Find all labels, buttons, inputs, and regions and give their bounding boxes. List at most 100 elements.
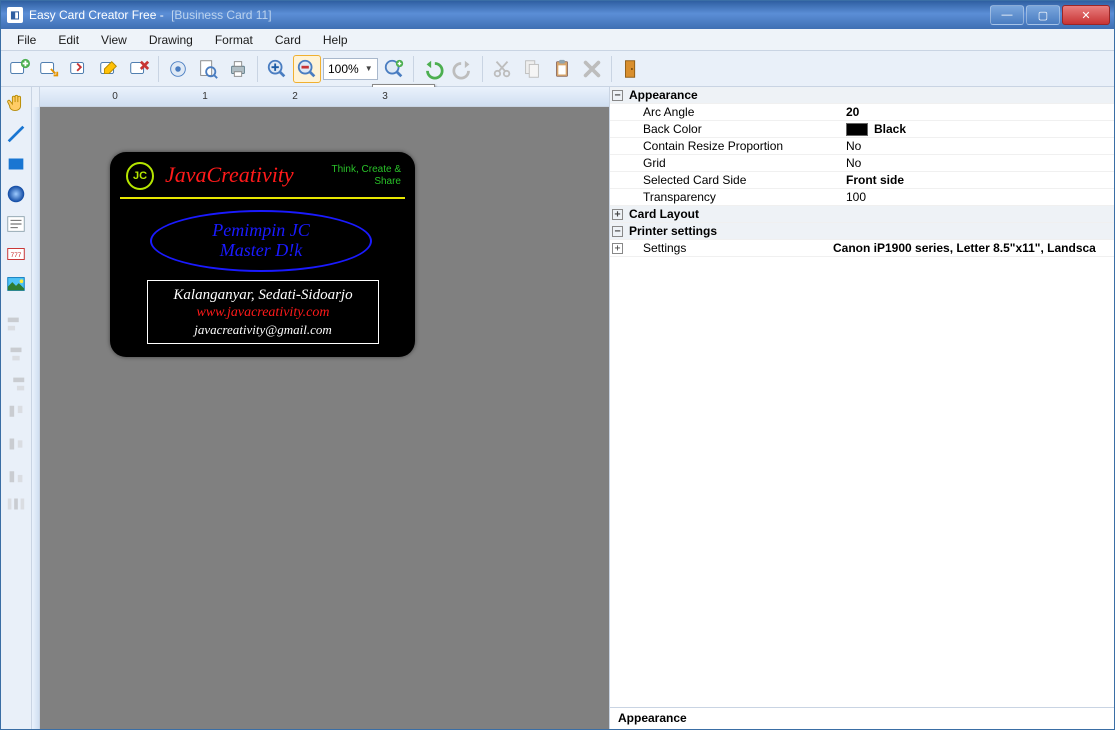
property-rows[interactable]: − Appearance Arc Angle 20 Back Color Bla… bbox=[610, 87, 1114, 707]
card-ellipse: Pemimpin JC Master D!k bbox=[150, 210, 372, 272]
property-panel: − Appearance Arc Angle 20 Back Color Bla… bbox=[609, 87, 1114, 729]
new-card-button[interactable] bbox=[5, 55, 33, 83]
line-tool[interactable] bbox=[1, 121, 31, 147]
workspace: 777 0 1 2 3 bbox=[1, 87, 1114, 729]
new-card-icon bbox=[8, 58, 30, 80]
canvas-wrap: 0 1 2 3 JC JavaCreativity Think, Create … bbox=[32, 87, 609, 729]
collapse-icon[interactable]: − bbox=[612, 226, 623, 237]
cut-button[interactable] bbox=[488, 55, 516, 83]
ellipse-tool[interactable] bbox=[1, 181, 31, 207]
align-left-tool bbox=[1, 311, 31, 337]
redo-icon bbox=[452, 58, 474, 80]
canvas-viewport[interactable]: JC JavaCreativity Think, Create & Share … bbox=[40, 107, 609, 729]
card-line1: Pemimpin JC bbox=[212, 221, 309, 241]
menu-drawing[interactable]: Drawing bbox=[139, 30, 203, 50]
menu-file[interactable]: File bbox=[7, 30, 46, 50]
menu-view[interactable]: View bbox=[91, 30, 137, 50]
card-logo: JC bbox=[126, 162, 154, 190]
prop-back-color[interactable]: Back Color Black bbox=[610, 121, 1114, 138]
menu-help[interactable]: Help bbox=[313, 30, 358, 50]
card-divider bbox=[120, 197, 405, 199]
document-name: [Business Card 11] bbox=[171, 8, 272, 22]
align-left-icon bbox=[5, 313, 27, 335]
zoom-fit-icon bbox=[383, 58, 405, 80]
svg-text:777: 777 bbox=[11, 252, 22, 259]
titlebar[interactable]: ◧ Easy Card Creator Free - [Business Car… bbox=[1, 1, 1114, 29]
prop-arc-angle[interactable]: Arc Angle 20 bbox=[610, 104, 1114, 121]
collapse-icon[interactable]: − bbox=[612, 90, 623, 101]
card-url: www.javacreativity.com bbox=[197, 305, 330, 321]
paste-button[interactable] bbox=[548, 55, 576, 83]
card-brand: JavaCreativity bbox=[165, 162, 335, 188]
zoom-out-icon bbox=[296, 58, 318, 80]
delete-card-button[interactable] bbox=[125, 55, 153, 83]
circle-icon bbox=[5, 183, 27, 205]
align-center-tool bbox=[1, 341, 31, 367]
align-bottom-tool bbox=[1, 461, 31, 487]
remove-button[interactable] bbox=[578, 55, 606, 83]
save-card-button[interactable] bbox=[65, 55, 93, 83]
prop-contain-resize[interactable]: Contain Resize Proportion No bbox=[610, 138, 1114, 155]
image-icon bbox=[5, 273, 27, 295]
card-contact-box: Kalanganyar, Sedati-Sidoarjo www.javacre… bbox=[147, 280, 379, 344]
menu-edit[interactable]: Edit bbox=[48, 30, 89, 50]
barcode-tool[interactable]: 777 bbox=[1, 241, 31, 267]
align-right-tool bbox=[1, 371, 31, 397]
zoom-out-button[interactable] bbox=[293, 55, 321, 83]
prop-settings[interactable]: + Settings Canon iP1900 series, Letter 8… bbox=[610, 240, 1114, 257]
expand-icon[interactable]: + bbox=[612, 209, 623, 220]
ruler-vertical[interactable] bbox=[32, 107, 40, 729]
edit-card-button[interactable] bbox=[95, 55, 123, 83]
maximize-button[interactable]: ▢ bbox=[1026, 5, 1060, 25]
open-card-button[interactable] bbox=[35, 55, 63, 83]
line-icon bbox=[5, 123, 27, 145]
align-bottom-icon bbox=[5, 463, 27, 485]
text-tool[interactable] bbox=[1, 211, 31, 237]
prop-transparency[interactable]: Transparency 100 bbox=[610, 189, 1114, 206]
align-top-icon bbox=[5, 403, 27, 425]
print-button[interactable] bbox=[224, 55, 252, 83]
barcode-icon: 777 bbox=[5, 243, 27, 265]
printer-icon bbox=[227, 58, 249, 80]
close-button[interactable]: ✕ bbox=[1062, 5, 1110, 25]
prop-selected-side[interactable]: Selected Card Side Front side bbox=[610, 172, 1114, 189]
menubar: File Edit View Drawing Format Card Help bbox=[1, 29, 1114, 51]
delete-icon bbox=[128, 58, 150, 80]
scissors-icon bbox=[491, 58, 513, 80]
card-tagline: Think, Create & Share bbox=[331, 164, 401, 188]
rect-tool[interactable] bbox=[1, 151, 31, 177]
expand-icon[interactable]: + bbox=[612, 243, 623, 254]
color-swatch bbox=[846, 123, 868, 136]
main-toolbar: 100% ▼ Zoom Out bbox=[1, 51, 1114, 87]
business-card[interactable]: JC JavaCreativity Think, Create & Share … bbox=[110, 152, 415, 357]
select-tool[interactable] bbox=[1, 91, 31, 117]
prop-grid[interactable]: Grid No bbox=[610, 155, 1114, 172]
align-right-icon bbox=[5, 373, 27, 395]
menu-format[interactable]: Format bbox=[205, 30, 263, 50]
undo-button[interactable] bbox=[419, 55, 447, 83]
menu-card[interactable]: Card bbox=[265, 30, 311, 50]
edit-icon bbox=[98, 58, 120, 80]
prop-printer-header[interactable]: − Printer settings bbox=[610, 223, 1114, 240]
window-controls: — ▢ ✕ bbox=[990, 5, 1114, 25]
ruler-strip[interactable]: 0 1 2 3 bbox=[40, 87, 609, 107]
prop-card-layout-header[interactable]: + Card Layout bbox=[610, 206, 1114, 223]
settings-button[interactable] bbox=[164, 55, 192, 83]
property-footer: Appearance bbox=[610, 707, 1114, 729]
open-icon bbox=[38, 58, 60, 80]
copy-button[interactable] bbox=[518, 55, 546, 83]
preview-button[interactable] bbox=[194, 55, 222, 83]
card-line2: Master D!k bbox=[220, 241, 302, 261]
puzzle-x-icon bbox=[581, 58, 603, 80]
image-tool[interactable] bbox=[1, 271, 31, 297]
minimize-button[interactable]: — bbox=[990, 5, 1024, 25]
clipboard-icon bbox=[551, 58, 573, 80]
prop-appearance-header[interactable]: − Appearance bbox=[610, 87, 1114, 104]
zoom-fit-button[interactable] bbox=[380, 55, 408, 83]
align-middle-icon bbox=[5, 433, 27, 455]
zoom-combo[interactable]: 100% ▼ bbox=[323, 58, 378, 80]
card-email: javacreativity@gmail.com bbox=[194, 322, 331, 338]
exit-button[interactable] bbox=[617, 55, 645, 83]
redo-button[interactable] bbox=[449, 55, 477, 83]
zoom-in-button[interactable] bbox=[263, 55, 291, 83]
